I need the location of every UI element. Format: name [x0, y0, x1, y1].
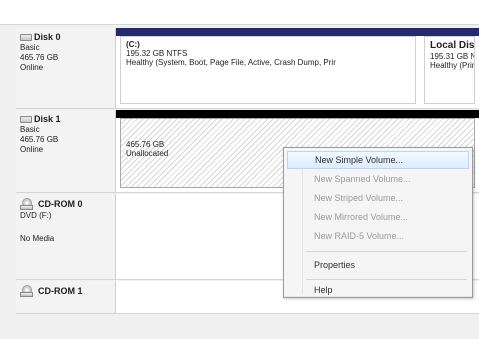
disk-status: Online	[20, 145, 44, 154]
partition-detail: 195.31 GB NTF	[430, 52, 474, 61]
menu-item-new-simple-volume[interactable]: New Simple Volume...	[287, 151, 469, 169]
partition-name: (C:)	[126, 40, 140, 49]
menu-separator	[306, 279, 467, 280]
partition-health: Healthy (Prima	[430, 61, 474, 70]
cdrom-1-label[interactable]: CD-ROM 1	[16, 281, 116, 313]
cdrom-tray-icon	[20, 205, 33, 210]
partition-local-disk[interactable]: Local Disk(I 195.31 GB NTF Healthy (Prim…	[420, 28, 479, 108]
unallocated-color-bar	[116, 110, 479, 118]
cdrom-0-title: CD-ROM 0	[20, 198, 115, 211]
partition-c[interactable]: (C:) 195.32 GB NTFS Healthy (System, Boo…	[116, 28, 420, 108]
disk-1-title: Disk 1	[20, 114, 115, 125]
cdrom-media: No Media	[20, 234, 55, 243]
cdrom-name: CD-ROM 0	[38, 199, 83, 209]
cdrom-name: CD-ROM 1	[38, 286, 83, 296]
top-strip	[0, 0, 479, 25]
cdrom-icon	[20, 285, 36, 298]
partition-detail: 195.32 GB NTFS	[126, 49, 188, 58]
menu-item-new-striped-volume: New Striped Volume...	[314, 193, 404, 203]
cdrom-0-label[interactable]: CD-ROM 0 DVD (F:) No Media	[16, 194, 116, 279]
cdrom-tray-icon	[20, 292, 33, 297]
menu-item-new-raid5-volume: New RAID-5 Volume...	[314, 231, 405, 241]
partition-c-content[interactable]: (C:) 195.32 GB NTFS Healthy (System, Boo…	[120, 36, 416, 104]
menu-item-new-spanned-volume: New Spanned Volume...	[314, 174, 411, 184]
disk-size: 465.76 GB	[20, 135, 59, 144]
disk-type: Basic	[20, 125, 40, 134]
context-menu[interactable]: New Simple Volume... New Spanned Volume.…	[283, 147, 473, 298]
disk-icon	[20, 34, 32, 41]
partition-local-disk-content[interactable]: Local Disk(I 195.31 GB NTF Healthy (Prim…	[424, 36, 475, 104]
disk-management-view: Disk 0 Basic 465.76 GB Online (C:) 195.3…	[0, 0, 479, 339]
partition-color-bar	[420, 28, 479, 36]
disk-status: Online	[20, 63, 44, 72]
menu-separator	[306, 251, 467, 252]
cdrom-1-title: CD-ROM 1	[20, 285, 115, 298]
disk-name: Disk 1	[34, 114, 61, 124]
disk-size: 465.76 GB	[20, 53, 59, 62]
menu-bottom-edge	[284, 296, 472, 297]
disk-name: Disk 0	[34, 32, 61, 42]
disk-type: Basic	[20, 43, 40, 52]
menu-item-new-mirrored-volume: New Mirrored Volume...	[314, 212, 409, 222]
disk-1-label[interactable]: Disk 1 Basic 465.76 GB Online	[16, 110, 116, 192]
disk-0-row[interactable]: Disk 0 Basic 465.76 GB Online (C:) 195.3…	[16, 28, 479, 109]
menu-item-properties[interactable]: Properties	[287, 256, 469, 274]
cdrom-icon	[20, 198, 36, 211]
partition-color-bar	[116, 28, 420, 36]
partition-name: Local Disk(I	[430, 40, 475, 51]
disk-0-title: Disk 0	[20, 32, 115, 43]
cdrom-drive: DVD (F:)	[20, 211, 52, 220]
disk-icon	[20, 116, 32, 123]
partition-health: Healthy (System, Boot, Page File, Active…	[126, 58, 336, 67]
disk-0-label[interactable]: Disk 0 Basic 465.76 GB Online	[16, 28, 116, 108]
